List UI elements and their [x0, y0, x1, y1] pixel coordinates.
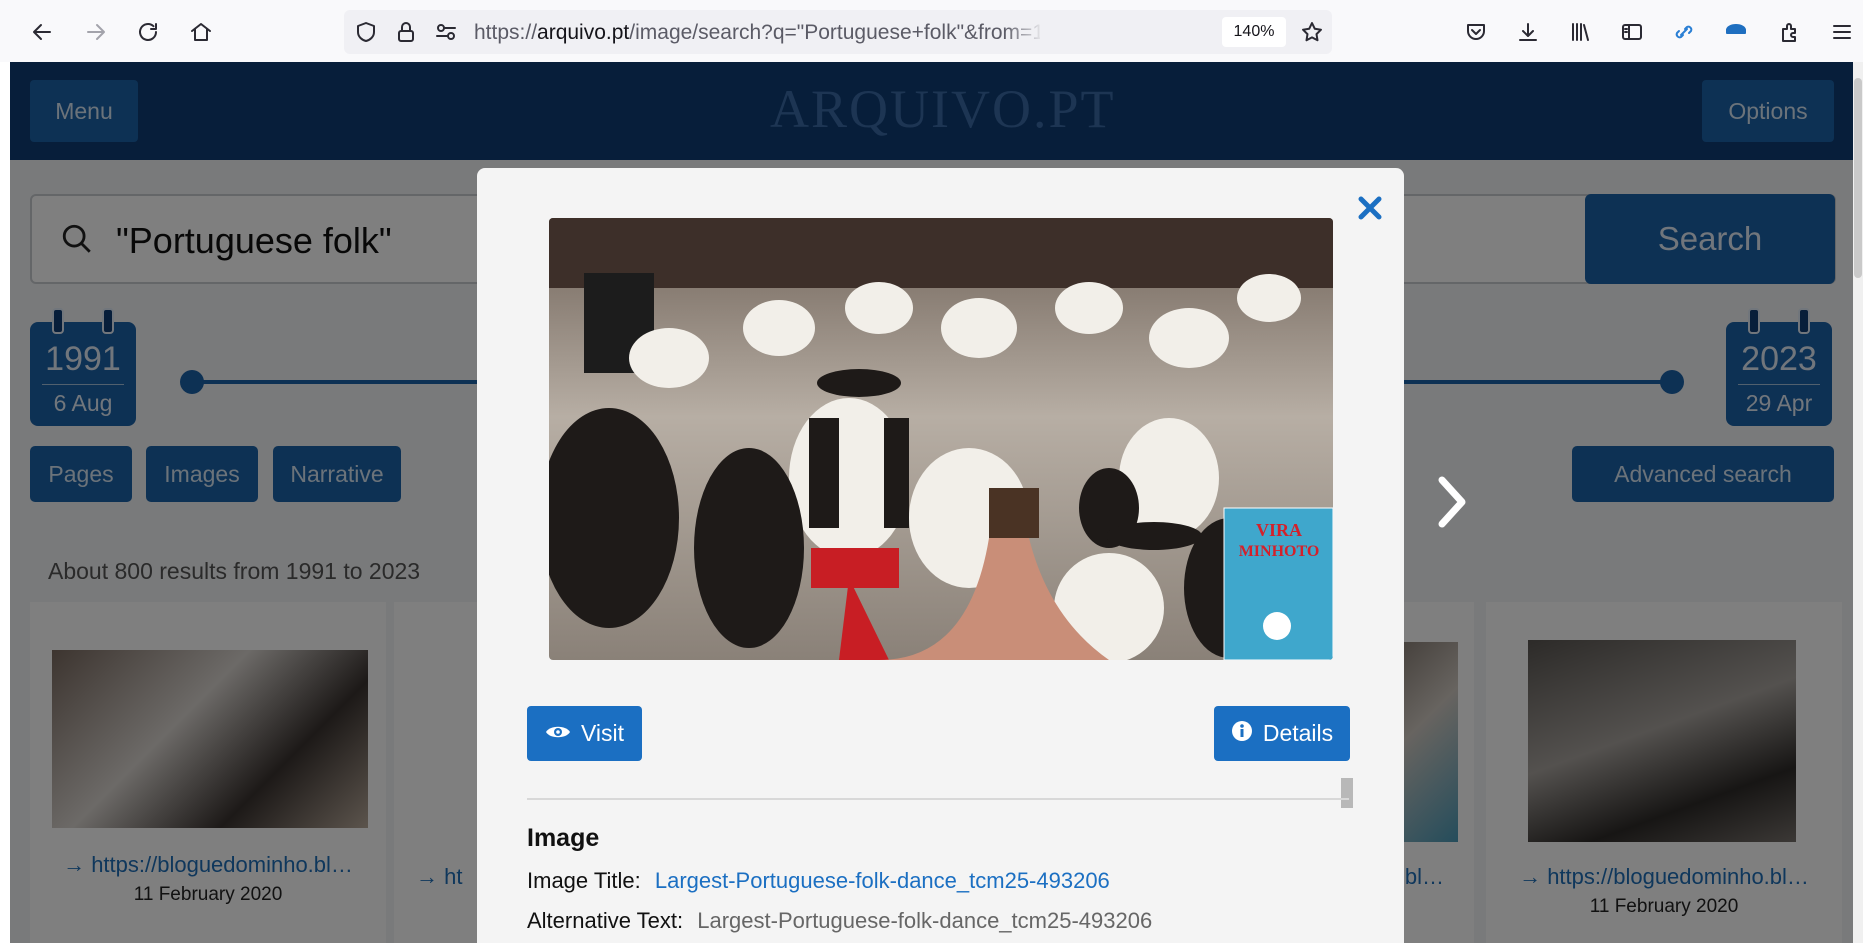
extension-link-icon[interactable]	[1666, 14, 1702, 50]
url-text[interactable]: https://arquivo.pt/image/search?q="Portu…	[474, 21, 1040, 45]
alt-text-row: Alternative Text: Largest-Portuguese-fol…	[527, 908, 1152, 934]
browser-toolbar: https://arquivo.pt/image/search?q="Portu…	[0, 0, 1863, 62]
page-scrollbar-thumb[interactable]	[1854, 78, 1862, 278]
container-icon[interactable]	[1718, 14, 1754, 50]
menu-icon[interactable]	[1824, 14, 1860, 50]
alt-text-value: Largest-Portuguese-folk-dance_tcm25-4932…	[697, 908, 1153, 933]
image-title-row: Image Title: Largest-Portuguese-folk-dan…	[527, 868, 1110, 894]
details-button[interactable]: Details	[1214, 706, 1350, 761]
pocket-icon[interactable]	[1458, 14, 1494, 50]
zoom-level-badge[interactable]: 140%	[1222, 17, 1286, 47]
details-label: Details	[1262, 720, 1334, 746]
info-icon	[1231, 720, 1253, 748]
image-title-label: Image Title:	[527, 868, 641, 893]
reload-icon[interactable]	[130, 14, 166, 50]
visit-button[interactable]: Visit	[527, 706, 642, 761]
preview-image: VIRA MINHOTO	[549, 218, 1333, 660]
library-icon[interactable]	[1562, 14, 1598, 50]
url-fade	[1004, 14, 1044, 50]
modal-scrollbar[interactable]	[1341, 778, 1353, 808]
sidebar-icon[interactable]	[1614, 14, 1650, 50]
section-title: Image	[527, 824, 600, 852]
download-icon[interactable]	[1510, 14, 1546, 50]
bookmark-star-icon[interactable]	[1300, 20, 1324, 44]
divider	[527, 798, 1349, 800]
alt-text-label: Alternative Text:	[527, 908, 684, 933]
image-title-link[interactable]: Largest-Portuguese-folk-dance_tcm25-4932…	[655, 868, 1110, 893]
image-detail-modal: VIRA MINHOTO Visit Details Image Image T…	[477, 168, 1404, 943]
eye-icon	[545, 720, 571, 747]
arquivo-page: Menu ARQUIVO.PT Options "Portuguese folk…	[10, 62, 1853, 943]
close-icon[interactable]	[1350, 188, 1390, 228]
home-icon[interactable]	[183, 14, 219, 50]
shield-icon[interactable]	[354, 20, 378, 44]
visit-label: Visit	[580, 720, 625, 746]
back-icon[interactable]	[24, 14, 60, 50]
next-image-arrow[interactable]	[1432, 472, 1472, 532]
poster-line2: MINHOTO	[1239, 543, 1320, 560]
poster-line1: VIRA	[1256, 520, 1302, 540]
lock-icon[interactable]	[394, 20, 418, 44]
permissions-icon[interactable]	[434, 20, 458, 44]
forward-icon[interactable]	[78, 14, 114, 50]
extensions-icon[interactable]	[1772, 14, 1808, 50]
address-bar[interactable]: https://arquivo.pt/image/search?q="Portu…	[344, 10, 1332, 54]
